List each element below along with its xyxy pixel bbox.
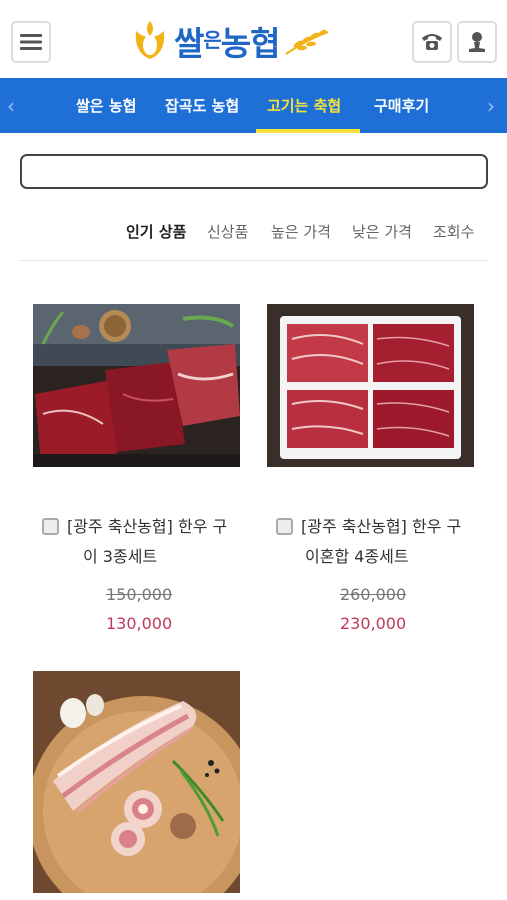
wheat-icon: [284, 29, 328, 55]
nav-prev-arrow-icon[interactable]: ‹: [7, 94, 15, 118]
sort-views[interactable]: 조회수: [433, 221, 474, 242]
logo-text: 쌀은농협: [174, 24, 281, 63]
menu-button[interactable]: [11, 21, 51, 63]
nav-item-grain[interactable]: 잡곡도 농협: [165, 95, 239, 116]
sort-popular[interactable]: 인기 상품: [126, 221, 186, 242]
app-header: 쌀은농협: [0, 0, 507, 78]
logo-emblem-icon: [135, 21, 165, 59]
sale-price: 230,000: [340, 614, 407, 633]
sale-price: 130,000: [106, 614, 173, 633]
original-price: 260,000: [340, 585, 407, 604]
product-title-line2[interactable]: 이 3종세트: [83, 542, 157, 572]
nav-next-arrow-icon[interactable]: ›: [487, 94, 495, 118]
sort-price-low[interactable]: 낮은 가격: [352, 221, 412, 242]
user-icon: [469, 32, 485, 52]
nav-item-rice[interactable]: 쌀은 농협: [76, 95, 136, 116]
call-button[interactable]: [412, 21, 452, 63]
hamburger-icon: [20, 34, 42, 50]
product-title[interactable]: [광주 축산농협] 한우 구: [276, 512, 461, 542]
product-select-checkbox[interactable]: [276, 518, 293, 535]
product-image[interactable]: [267, 304, 474, 467]
product-image[interactable]: [33, 304, 240, 467]
original-price: 150,000: [106, 585, 173, 604]
nav-item-reviews[interactable]: 구매후기: [374, 95, 429, 116]
brand-logo[interactable]: 쌀은농협: [130, 14, 380, 68]
product-title[interactable]: [광주 축산농협] 한우 구: [42, 512, 227, 542]
nav-item-meat[interactable]: 고기는 축협: [267, 95, 341, 116]
product-select-checkbox[interactable]: [42, 518, 59, 535]
account-button[interactable]: [457, 21, 497, 63]
phone-icon: [422, 34, 442, 50]
category-nav: ‹ 쌀은 농협 잡곡도 농협 고기는 축협 구매후기 ›: [0, 78, 507, 133]
nav-active-indicator: [256, 129, 360, 133]
sort-newest[interactable]: 신상품: [207, 221, 248, 242]
divider: [20, 260, 487, 261]
product-image[interactable]: [33, 671, 240, 893]
sort-price-high[interactable]: 높은 가격: [271, 221, 331, 242]
product-title-line2[interactable]: 이혼합 4종세트: [305, 542, 409, 572]
search-input[interactable]: [20, 154, 488, 189]
